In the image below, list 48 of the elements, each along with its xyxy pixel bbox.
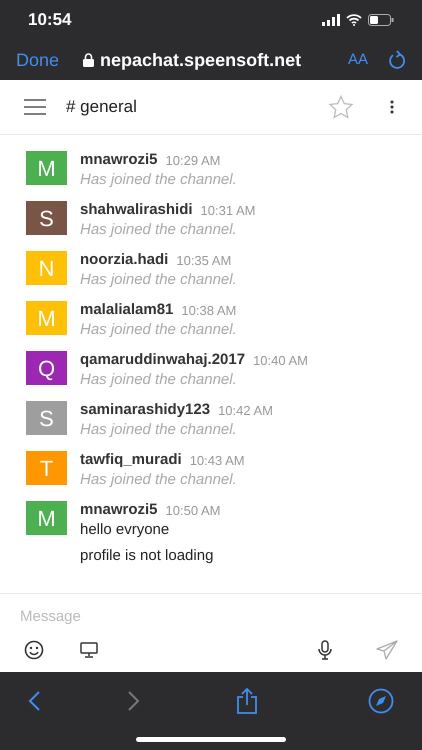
message-text: profile is not loading [80,546,214,565]
username[interactable]: noorzia.hadi [80,249,168,272]
wifi-icon [346,14,362,26]
signal-icon [322,14,340,26]
message-field[interactable]: Message [20,606,402,628]
compass-icon[interactable] [368,688,394,714]
username[interactable]: saminarashidy123 [80,399,210,422]
star-icon[interactable] [328,95,354,119]
send-icon[interactable] [376,640,398,660]
microphone-icon[interactable] [318,640,332,660]
system-message: Has joined the channel. [80,320,237,339]
username[interactable]: shahwalirashidi [80,199,193,222]
system-message: Has joined the channel. [80,220,238,239]
username[interactable]: mnawrozi5 [80,149,158,172]
system-message: Has joined the channel. [80,470,238,489]
done-button[interactable]: Done [16,46,60,74]
lock-icon [83,53,94,67]
username[interactable]: malalialam81 [80,299,174,322]
message-time: 10:38 AM [181,302,236,320]
share-icon[interactable] [236,688,258,714]
text-size-button[interactable]: AA [348,48,368,72]
avatar[interactable]: S [26,201,67,235]
status-time: 10:54 [28,9,72,32]
system-message: Has joined the channel. [80,370,238,389]
more-icon[interactable] [390,100,394,114]
back-icon[interactable] [28,691,40,711]
message-time: 10:40 AM [253,352,308,370]
monitor-icon[interactable] [80,642,98,658]
url-text[interactable]: nepachat.speensoft.net [100,46,302,74]
message-time: 10:50 AM [166,502,220,520]
system-message: Has joined the channel. [80,420,238,439]
reload-icon[interactable] [388,50,406,70]
username[interactable]: tawfiq_muradi [80,449,182,472]
message-time: 10:35 AM [176,252,232,270]
channel-title: # general [66,96,137,118]
message-time: 10:43 AM [190,452,245,470]
system-message: Has joined the channel. [80,270,237,289]
message-text: hello evryone [80,520,170,539]
message-time: 10:29 AM [166,152,220,170]
message-time: 10:31 AM [200,202,256,220]
username[interactable]: mnawrozi5 [80,499,158,522]
avatar[interactable]: Q [26,351,67,385]
smiley-icon[interactable] [24,640,44,660]
username[interactable]: qamaruddinwahaj.2017 [80,349,246,372]
battery-icon [368,14,394,26]
menu-icon[interactable] [24,99,46,115]
system-message: Has joined the channel. [80,170,237,189]
message-time: 10:42 AM [218,402,274,420]
